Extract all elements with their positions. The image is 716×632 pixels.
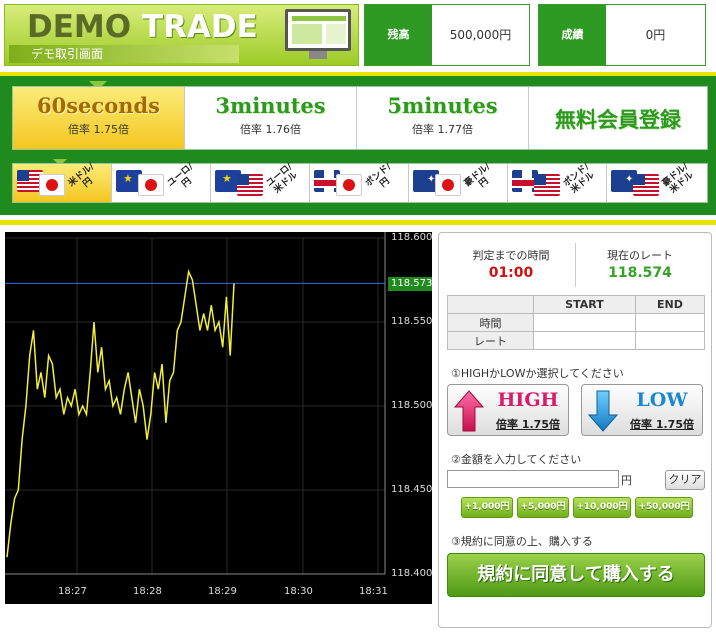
jp-flag-icon bbox=[435, 174, 461, 196]
step3-label: ③規約に同意の上、購入する bbox=[451, 535, 593, 548]
pair-tab-eurusd[interactable]: ユーロ/米ドル bbox=[211, 162, 310, 202]
pair-label: ユーロ/円 bbox=[165, 161, 196, 190]
logo-trade: TRADE bbox=[141, 9, 258, 45]
y-tick: 118.400 bbox=[391, 568, 433, 579]
up-arrow-icon bbox=[454, 390, 484, 432]
tab-60seconds[interactable]: 60seconds 倍率 1.75倍 bbox=[13, 87, 185, 149]
timer-value: 01:00 bbox=[488, 265, 534, 281]
balance-label: 残高 bbox=[365, 5, 432, 65]
balance-box: 残高 500,000円 bbox=[364, 4, 530, 66]
tab-multiplier: 倍率 1.76倍 bbox=[240, 123, 301, 136]
price-chart: 118.600 118.550 118.500 118.450 118.400 … bbox=[5, 232, 432, 604]
us-flag-icon bbox=[534, 174, 560, 196]
trade-table: START END 時間 レート bbox=[447, 295, 706, 350]
y-tick: 118.550 bbox=[391, 316, 433, 327]
table-cell bbox=[533, 331, 636, 350]
y-tick: 118.450 bbox=[391, 484, 433, 495]
add-5000-button[interactable]: +5,000円 bbox=[517, 497, 569, 518]
clear-button[interactable]: クリア bbox=[665, 470, 705, 490]
tab-5minutes[interactable]: 5minutes 倍率 1.77倍 bbox=[357, 87, 529, 149]
register-button[interactable]: 無料会員登録 bbox=[529, 87, 707, 149]
tab-name: 60seconds bbox=[37, 93, 160, 118]
pair-tabs: 米ドル/円 ユーロ/円 ユーロ/米ドル ポンド/円 豪ドル/円 ポンド/米ドル … bbox=[12, 162, 708, 203]
high-button[interactable]: HIGH 倍率 1.75倍 bbox=[447, 384, 569, 436]
result-box: 成績 0円 bbox=[538, 4, 706, 66]
us-flag-icon bbox=[237, 174, 263, 196]
pair-label: 米ドル/円 bbox=[66, 161, 97, 190]
pair-tab-usdjpy[interactable]: 米ドル/円 bbox=[13, 162, 112, 202]
x-tick: 18:31 bbox=[359, 586, 388, 597]
tab-multiplier: 倍率 1.75倍 bbox=[68, 123, 129, 136]
yen-unit: 円 bbox=[621, 474, 632, 487]
step2-label: ②金額を入力してください bbox=[451, 453, 582, 466]
band-stripe bbox=[0, 220, 716, 225]
row-label: レート bbox=[447, 331, 534, 350]
pair-tab-gbpusd[interactable]: ポンド/米ドル bbox=[508, 162, 607, 202]
pair-tab-audusd[interactable]: 豪ドル/米ドル bbox=[607, 162, 707, 202]
tab-name: 3minutes bbox=[215, 93, 326, 118]
x-tick: 18:29 bbox=[208, 586, 237, 597]
jp-flag-icon bbox=[39, 174, 65, 196]
logo: DEMO TRADE デモ取引画面 bbox=[4, 4, 359, 66]
trade-panel: 判定までの時間 01:00 現在のレート 118.574 START END 時… bbox=[438, 232, 712, 628]
add-1000-button[interactable]: +1,000円 bbox=[461, 497, 513, 518]
down-arrow-icon bbox=[588, 390, 618, 432]
add-50000-button[interactable]: +50,000円 bbox=[635, 497, 693, 518]
low-multiplier: 倍率 1.75倍 bbox=[630, 418, 694, 431]
monitor-icon bbox=[281, 9, 353, 59]
band-stripe bbox=[0, 72, 716, 76]
table-cell bbox=[533, 313, 636, 332]
result-value: 0円 bbox=[645, 28, 666, 42]
chart-plot bbox=[5, 232, 386, 575]
table-header: START bbox=[533, 295, 636, 314]
pair-tab-gbpjpy[interactable]: ポンド/円 bbox=[310, 162, 409, 202]
x-tick: 18:30 bbox=[284, 586, 313, 597]
high-label: HIGH bbox=[497, 389, 559, 411]
row-label: 時間 bbox=[447, 313, 534, 332]
pair-label: 豪ドル/米ドル bbox=[660, 161, 696, 196]
jp-flag-icon bbox=[336, 174, 362, 196]
low-button[interactable]: LOW 倍率 1.75倍 bbox=[581, 384, 703, 436]
time-tabs: 60seconds 倍率 1.75倍 3minutes 倍率 1.76倍 5mi… bbox=[12, 86, 708, 150]
pair-tab-eurjpy[interactable]: ユーロ/円 bbox=[112, 162, 211, 202]
rate-label: 現在のレート bbox=[607, 249, 673, 262]
current-rate-tag: 118.573 bbox=[388, 277, 432, 291]
jp-flag-icon bbox=[138, 174, 164, 196]
x-tick: 18:27 bbox=[58, 586, 87, 597]
tab-name: 5minutes bbox=[387, 93, 498, 118]
step1-label: ①HIGHかLOWか選択してください bbox=[451, 367, 624, 380]
register-label: 無料会員登録 bbox=[555, 108, 681, 132]
x-tick: 18:28 bbox=[133, 586, 162, 597]
logo-title: DEMO TRADE bbox=[27, 9, 258, 45]
table-cell bbox=[634, 331, 706, 350]
timer-label: 判定までの時間 bbox=[472, 249, 550, 262]
y-tick: 118.600 bbox=[391, 232, 433, 243]
add-10000-button[interactable]: +10,000円 bbox=[573, 497, 631, 518]
logo-demo: DEMO bbox=[27, 9, 132, 45]
tab-3minutes[interactable]: 3minutes 倍率 1.76倍 bbox=[185, 87, 357, 149]
tab-multiplier: 倍率 1.77倍 bbox=[412, 123, 473, 136]
result-label: 成績 bbox=[539, 5, 606, 65]
pair-label: ポンド/円 bbox=[363, 161, 394, 190]
pair-label: 豪ドル/円 bbox=[462, 161, 493, 190]
pair-label: ユーロ/米ドル bbox=[264, 161, 300, 196]
us-flag-icon bbox=[633, 174, 659, 196]
y-tick: 118.500 bbox=[391, 400, 433, 411]
amount-input[interactable] bbox=[447, 470, 619, 488]
pair-label: ポンド/米ドル bbox=[561, 161, 597, 196]
price-line bbox=[6, 268, 235, 558]
table-header bbox=[447, 295, 534, 314]
logo-subtitle: デモ取引画面 bbox=[9, 45, 239, 63]
low-label: LOW bbox=[636, 389, 688, 411]
balance-value: 500,000円 bbox=[449, 28, 512, 42]
rate-block: 現在のレート 118.574 bbox=[575, 247, 705, 281]
rate-value: 118.574 bbox=[608, 265, 672, 281]
table-header: END bbox=[634, 295, 706, 314]
buy-button[interactable]: 規約に同意して購入する bbox=[447, 553, 705, 597]
timer-block: 判定までの時間 01:00 bbox=[447, 247, 575, 281]
pair-tab-audjpy[interactable]: 豪ドル/円 bbox=[409, 162, 508, 202]
high-multiplier: 倍率 1.75倍 bbox=[496, 418, 560, 431]
table-cell bbox=[634, 313, 706, 332]
